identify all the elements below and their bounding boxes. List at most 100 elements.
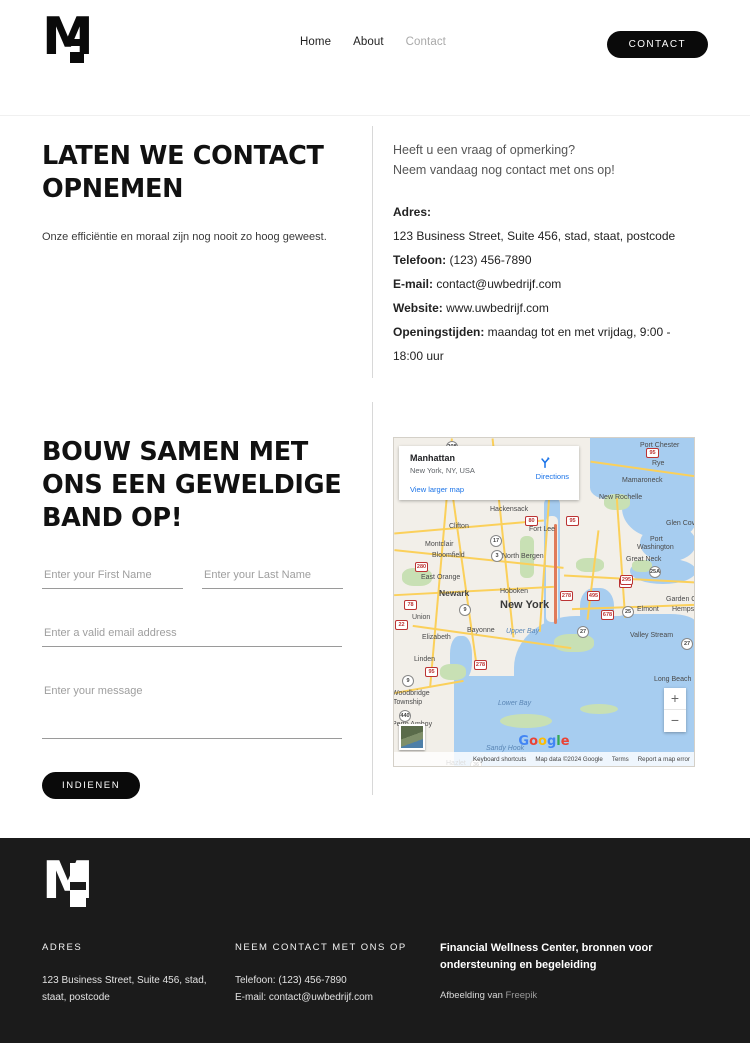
- directions-icon[interactable]: [538, 455, 552, 469]
- map-route-shield: 22: [395, 620, 408, 630]
- logo-bar: [70, 39, 86, 46]
- map-label: Upper Bay: [506, 628, 540, 635]
- map-label: Newark: [439, 588, 470, 598]
- footer-about-title: Financial Wellness Center, bronnen voor …: [440, 942, 653, 971]
- name-row: [42, 565, 343, 589]
- detail-hours: Openingstijden: maandag tot en met vrijd…: [393, 325, 671, 363]
- intro-right-column: Heeft u een vraag of opmerking? Neem van…: [393, 140, 703, 368]
- map-place-subtitle: New York, NY, USA: [410, 466, 475, 475]
- header-divider: [0, 115, 750, 116]
- map-zoom-in-button[interactable]: +: [664, 688, 686, 710]
- detail-address-value: 123 Business Street, Suite 456, stad, st…: [393, 229, 676, 243]
- google-logo: Google: [518, 734, 569, 749]
- footer-email: E-mail: contact@uwbedrijf.com: [235, 992, 373, 1003]
- map-route-shield: 440: [399, 710, 411, 722]
- map-route-shield: 9: [402, 675, 414, 687]
- contact-form: INDIENEN: [42, 565, 343, 799]
- map-label: Linden: [414, 656, 436, 663]
- map-zoom-out-button[interactable]: −: [664, 710, 686, 732]
- footer-credit-prefix: Afbeelding van: [440, 990, 506, 1001]
- intro-line-2: Neem vandaag nog contact met ons op!: [393, 163, 615, 177]
- map-route-shield: 27: [681, 638, 693, 650]
- submit-button[interactable]: INDIENEN: [42, 772, 141, 799]
- footer-image-credit: Afbeelding van Freepik: [440, 990, 710, 1001]
- map-label: Clifton: [449, 523, 469, 530]
- map-label: Long Beach: [654, 676, 692, 683]
- last-name-input[interactable]: [202, 565, 343, 589]
- map-label: Great Neck: [626, 556, 662, 563]
- map-label: Bloomfield: [432, 552, 465, 559]
- map-label: Township: [393, 699, 423, 706]
- directions-label[interactable]: Directions: [536, 472, 569, 481]
- map-label: Hempstead: [672, 606, 695, 613]
- map-label: Washington: [637, 544, 674, 551]
- detail-address-label: Adres:: [393, 205, 432, 219]
- map-route-shield: 678: [601, 610, 614, 620]
- map-label: New Rochelle: [599, 494, 643, 501]
- report-error-link[interactable]: Report a map error: [638, 756, 690, 763]
- google-logo-letter: g: [546, 734, 557, 749]
- footer-brand-logo-mark: M: [42, 855, 94, 910]
- map-label: Valley Stream: [630, 632, 674, 639]
- email-input[interactable]: [42, 623, 342, 647]
- header-contact-button[interactable]: CONTACT: [606, 31, 708, 58]
- brand-logo-mark: M: [42, 11, 94, 66]
- form-heading: BOUW SAMEN MET ONS EEN GEWELDIGE BAND OP…: [42, 437, 342, 533]
- contact-details-list: Adres: 123 Business Street, Suite 456, s…: [393, 200, 703, 368]
- keyboard-shortcuts-link[interactable]: Keyboard shortcuts: [473, 756, 526, 763]
- message-textarea[interactable]: [42, 681, 342, 739]
- map-route-shield: 3: [491, 550, 503, 562]
- map-route-shield: 27: [577, 626, 589, 638]
- nav-item-contact[interactable]: Contact: [406, 36, 446, 48]
- map-label: Montclair: [425, 541, 454, 548]
- page-root: M Home About Contact CONTACT LATEN WE CO…: [0, 0, 750, 1043]
- map-route-shield: 495: [587, 591, 600, 601]
- site-footer: M ADRES 123 Business Street, Suite 456, …: [0, 838, 750, 1043]
- primary-nav: Home About Contact: [300, 36, 446, 48]
- footer-logo-dot: [70, 896, 84, 907]
- map-route-shield: 278: [474, 660, 487, 670]
- footer-column-address: ADRES 123 Business Street, Suite 456, st…: [42, 940, 227, 1006]
- footer-address-heading: ADRES: [42, 942, 83, 953]
- google-logo-letter: G: [518, 734, 530, 749]
- footer-logo[interactable]: M: [42, 855, 94, 910]
- section2-vertical-divider: [372, 402, 373, 795]
- street-view-thumbnail[interactable]: [399, 724, 425, 750]
- map-label: New York: [500, 599, 550, 611]
- map-route-shield: 9: [459, 604, 471, 616]
- map-route-shield: 25: [622, 606, 634, 618]
- header-logo[interactable]: M: [42, 11, 94, 66]
- map-route-shield: 95: [425, 667, 438, 677]
- page-title: LATEN WE CONTACT OPNEMEN: [42, 141, 324, 204]
- view-larger-map-link[interactable]: View larger map: [410, 485, 464, 494]
- map-label: Bayonne: [467, 627, 495, 634]
- map-label: Hoboken: [500, 588, 529, 595]
- map-label: Port: [650, 536, 663, 543]
- google-map[interactable]: Port Chester Rye Mamaroneck New Rochelle Gle…: [393, 437, 695, 767]
- map-label: Rye: [652, 460, 665, 467]
- map-info-card: Manhattan New York, NY, USA View larger …: [399, 446, 579, 500]
- map-label: East Orange: [421, 574, 461, 581]
- map-route-shield: 95: [566, 516, 579, 526]
- terms-link[interactable]: Terms: [612, 756, 629, 763]
- site-header: M Home About Contact CONTACT: [0, 0, 750, 90]
- map-zoom-controls[interactable]: + −: [664, 688, 686, 732]
- logo-dot: [70, 52, 84, 63]
- map-data-notice: Map data ©2024 Google: [535, 755, 603, 763]
- intro-line-1: Heeft u een vraag of opmerking?: [393, 143, 576, 157]
- freepik-link[interactable]: Freepik: [506, 990, 538, 1001]
- map-label: Woodbridge: [393, 690, 430, 697]
- map-label: North Bergen: [502, 553, 544, 560]
- nav-item-about[interactable]: About: [353, 36, 384, 48]
- section1-vertical-divider: [372, 126, 373, 378]
- map-attribution-bar: Keyboard shortcuts Map data ©2024 Google…: [394, 752, 694, 766]
- detail-website: Website: www.uwbedrijf.com: [393, 301, 549, 315]
- nav-item-home[interactable]: Home: [300, 36, 331, 48]
- map-label: Glen Cove: [666, 520, 695, 527]
- first-name-input[interactable]: [42, 565, 183, 589]
- map-label: Fort Lee: [529, 526, 556, 533]
- map-route-shield: 78: [404, 600, 417, 610]
- detail-phone: Telefoon: (123) 456-7890: [393, 253, 532, 267]
- map-route-shield: 278: [560, 591, 573, 601]
- intro-left-column: LATEN WE CONTACT OPNEMEN Onze efficiënti…: [42, 140, 352, 245]
